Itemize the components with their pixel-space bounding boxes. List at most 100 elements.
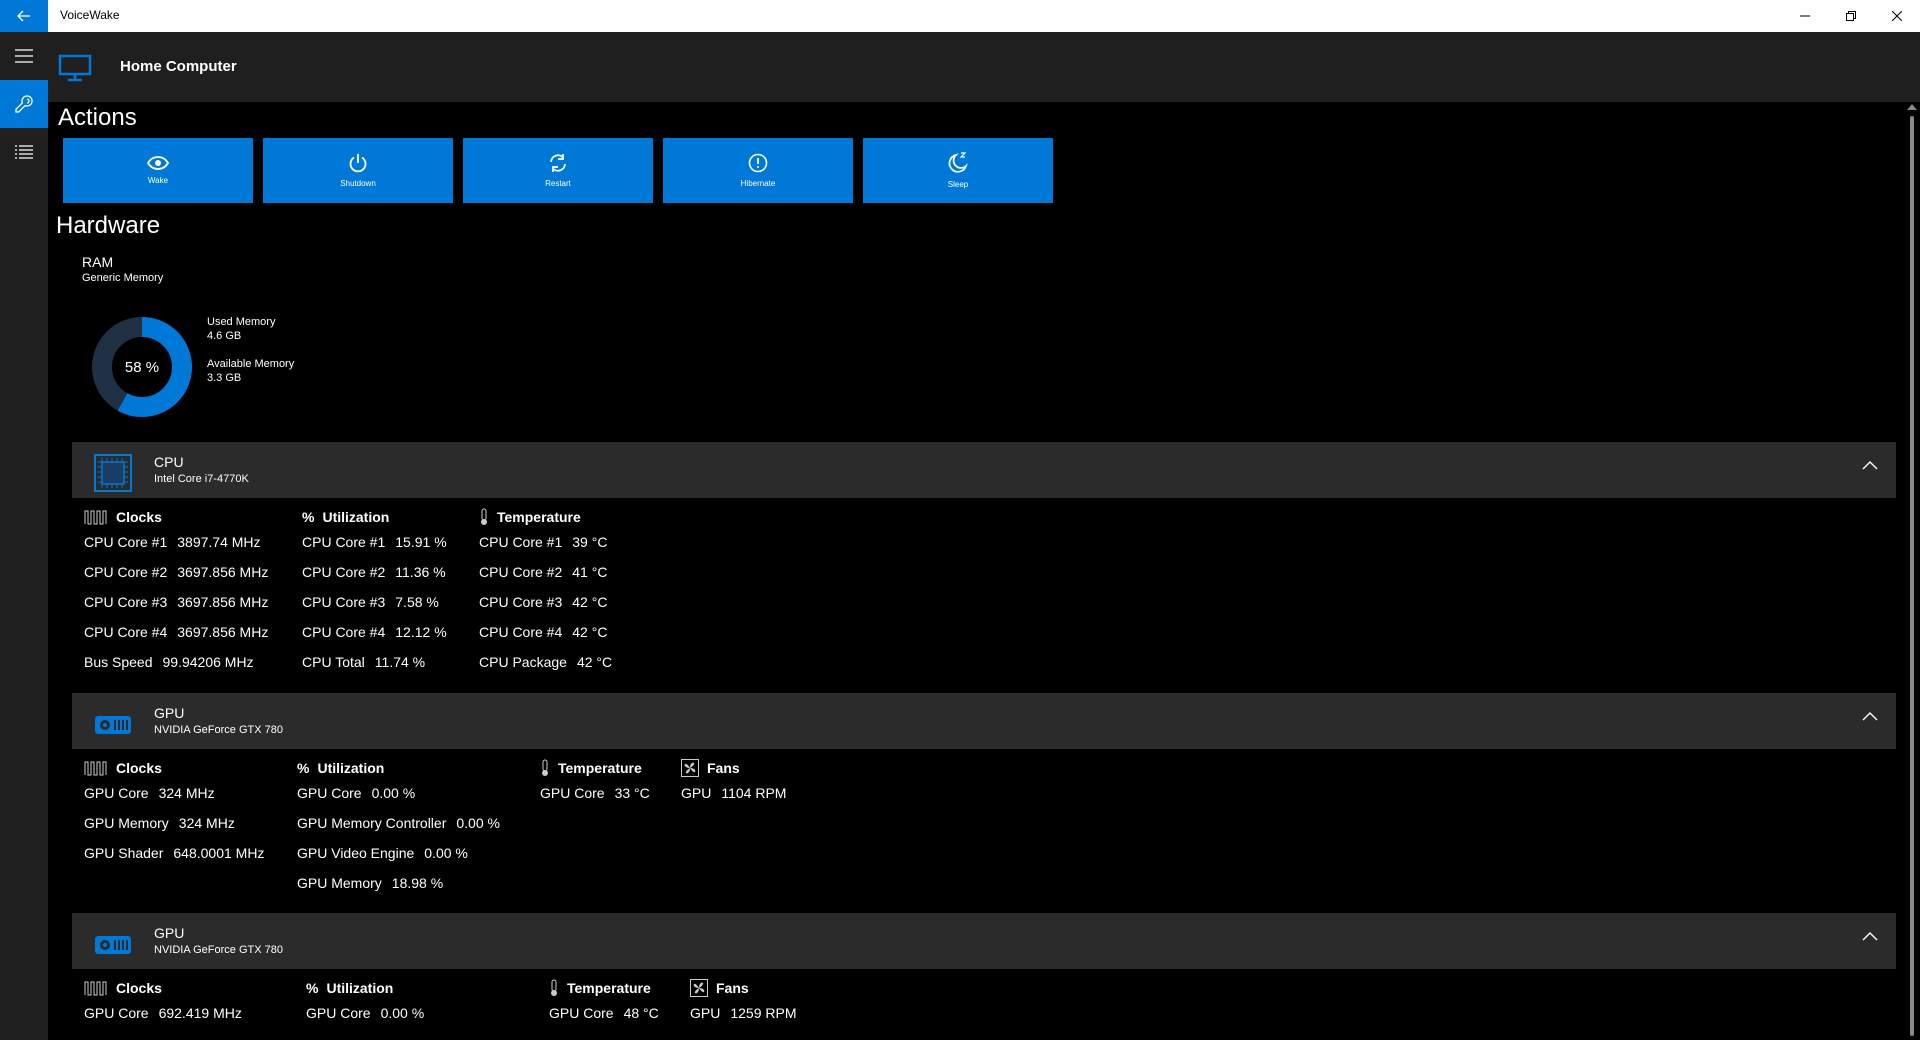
sensor-name: GPU Core [297,785,362,801]
sensor-name: CPU Core #4 [302,624,386,640]
sensor-row: GPU Shader 648.0001 MHz [84,838,264,868]
gpu2-temperature-title: Temperature [567,980,651,996]
sensor-row: GPU Memory 18.98 % [297,868,500,898]
chevron-up-icon[interactable] [1862,460,1878,470]
gpu-temperature-list: GPU Core 33 °C [540,778,650,808]
restart-label: Restart [545,179,571,188]
app-title: VoiceWake [60,8,120,22]
gpu-card-icon [95,716,131,734]
sensor-row: GPU 1104 RPM [681,778,786,808]
nav-item-tools[interactable] [0,80,48,128]
gpu-fans-list: GPU 1104 RPM [681,778,786,808]
gpu-utilization-title: Utilization [317,760,385,776]
sensor-row: GPU Video Engine 0.00 % [297,838,500,868]
sensor-name: GPU Core [540,785,605,801]
scroll-up-arrow[interactable] [1907,104,1917,110]
ram-model: Generic Memory [82,272,164,284]
sensor-value: 48 °C [623,1005,659,1021]
hardware-heading: Hardware [56,212,161,239]
page-header: Home Computer [48,32,1920,102]
minimize-button[interactable] [1782,0,1828,32]
refresh-icon [550,154,566,172]
cpu-model: Intel Core i7-4770K [154,473,249,485]
gpu-clocks-title: Clocks [116,760,162,776]
sensor-value: 11.74 % [374,654,426,670]
shutdown-button[interactable]: Shutdown [263,138,453,203]
sensor-name: CPU Core #1 [479,534,563,550]
gpu2-clocks-heading: Clocks [84,978,242,998]
shutdown-label: Shutdown [340,179,376,188]
hamburger-menu-button[interactable] [0,32,48,80]
restore-button[interactable] [1828,0,1874,32]
gpu2-model: NVIDIA GeForce GTX 780 [154,944,283,956]
chevron-up-icon[interactable] [1862,931,1878,941]
cpu-panel-header[interactable]: CPU Intel Core i7-4770K [72,442,1896,498]
sensor-row: CPU Core #3 3697.856 MHz [84,587,268,617]
sensor-row: GPU Core 0.00 % [306,998,424,1028]
percent-icon: % [297,760,310,776]
back-button[interactable] [0,0,48,32]
available-memory-legend: Available Memory 3.3 GB [207,357,294,385]
gpu2-fans-column: Fans GPU 1259 RPM [690,978,797,1028]
sensor-name: CPU Core #1 [302,534,386,550]
sensor-value: 324 MHz [158,785,215,801]
gpu2-utilization-column: % Utilization GPU Core 0.00 % [306,978,424,1028]
gpu2-fans-title: Fans [716,980,749,996]
sensor-row: CPU Core #2 41 °C [479,557,612,587]
sensor-row: GPU Core 324 MHz [84,778,264,808]
gpu2-fans-heading: Fans [690,978,797,998]
wrench-icon [15,95,33,113]
nav-item-list[interactable] [0,128,48,176]
hibernate-button[interactable]: Hibernate [663,138,853,203]
gpu-utilization-heading: % Utilization [297,758,500,778]
chevron-up-icon[interactable] [1862,711,1878,721]
sleep-label: Sleep [947,180,969,189]
restart-button[interactable]: Restart [463,138,653,203]
sensor-name: GPU Video Engine [297,845,415,861]
used-memory-legend: Used Memory 4.6 GB [207,315,275,343]
sensor-name: GPU Core [84,785,149,801]
close-button[interactable] [1874,0,1920,32]
sensor-value: 39 °C [572,534,608,550]
sensor-value: 11.36 % [395,564,446,580]
gpu2-panel-header[interactable]: GPU NVIDIA GeForce GTX 780 [72,913,1896,969]
gpu-fans-column: Fans GPU 1104 RPM [681,758,786,808]
gpu2-temperature-column: Temperature GPU Core 48 °C [549,978,659,1028]
gpu2-temperature-heading: Temperature [549,978,659,998]
vertical-scrollbar[interactable] [1904,102,1920,1040]
eye-icon [147,156,169,170]
cpu-clocks-heading: Clocks [84,507,268,527]
sensor-name: GPU [690,1005,721,1021]
sensor-name: Bus Speed [84,654,153,670]
sensor-value: 3697.856 MHz [177,594,269,610]
gpu-clocks-column: Clocks GPU Core 324 MHz GPU Memory 324 MHz G… [84,758,264,868]
thermometer-icon [551,979,557,996]
sensor-value: 1104 RPM [721,785,787,801]
cpu-temperature-heading: Temperature [479,507,612,527]
ram-usage-donut: 58 % [92,317,192,417]
wake-button[interactable]: Wake [63,138,253,203]
gpu-temperature-column: Temperature GPU Core 33 °C [540,758,650,808]
ram-percent: 58 % [124,358,160,376]
thermometer-icon [481,508,487,525]
sensor-name: CPU Core #3 [479,594,563,610]
gpu2-clocks-title: Clocks [116,980,162,996]
sensor-value: 18.98 % [391,875,444,891]
gpu-panel-header[interactable]: GPU NVIDIA GeForce GTX 780 [72,693,1896,749]
sleep-button[interactable]: Sleep [863,138,1053,203]
gpu-utilization-list: GPU Core 0.00 % GPU Memory Controller 0.00 … [297,778,500,898]
sensor-value: 99.94206 MHz [162,654,254,670]
wake-label: Wake [147,176,169,185]
sensor-name: GPU Memory [84,815,169,831]
page-title: Home Computer [120,58,237,75]
available-memory-value: 3.3 GB [207,372,242,384]
gpu-title: GPU [154,705,185,721]
gpu-fans-heading: Fans [681,758,786,778]
cpu-utilization-title: Utilization [322,509,390,525]
sensor-name: CPU Core #4 [479,624,563,640]
sensor-name: GPU [681,785,712,801]
hibernate-label: Hibernate [740,179,776,188]
sensor-row: CPU Package 42 °C [479,647,612,677]
sensor-name: GPU Shader [84,845,164,861]
scrollbar-thumb[interactable] [1910,116,1914,1036]
